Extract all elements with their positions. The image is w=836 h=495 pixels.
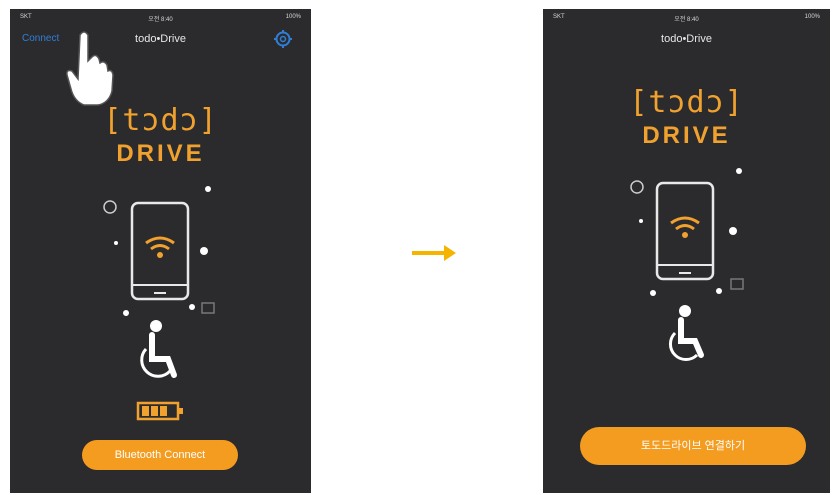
status-time: 오전 8:40 — [674, 17, 699, 23]
wheelchair-icon — [140, 320, 177, 378]
nav-bar: todo•Drive — [543, 25, 830, 55]
status-bar: SKT 오전 8:40 100% — [10, 9, 311, 25]
connect-todo-drive-button[interactable]: 토도드라이브 연결하기 — [580, 427, 806, 465]
logo: [tɔdɔ] DRIVE — [10, 103, 311, 168]
nav-bar: Connect todo•Drive — [10, 25, 311, 55]
drive-illustration — [103, 186, 215, 421]
battery-label: 100% — [285, 14, 301, 20]
battery-label: 100% — [804, 14, 820, 20]
logo-line1: [tɔdɔ] — [629, 85, 744, 120]
nav-title: todo•Drive — [135, 33, 186, 45]
right-screen: SKT 오전 8:40 100% todo•Drive [tɔdɔ] DRIVE — [543, 9, 830, 493]
left-screen: SKT 오전 8:40 100% Connect todo•Drive [tɔd… — [10, 9, 311, 493]
nav-title: todo•Drive — [661, 33, 712, 45]
gear-icon[interactable] — [273, 29, 293, 49]
status-bar: SKT 오전 8:40 100% — [543, 9, 830, 25]
drive-illustration — [630, 168, 744, 362]
wheelchair-icon — [668, 305, 704, 362]
phone-wifi-icon — [655, 181, 715, 281]
bluetooth-connect-button[interactable]: Bluetooth Connect — [82, 440, 238, 470]
logo: [tɔdɔ] DRIVE — [543, 85, 830, 150]
logo-line2: DRIVE — [642, 122, 731, 149]
status-time: 오전 8:40 — [148, 17, 173, 23]
logo-line2: DRIVE — [116, 140, 205, 167]
logo-line1: [tɔdɔ] — [103, 103, 218, 138]
battery-icon — [136, 401, 183, 421]
phone-wifi-icon — [130, 201, 190, 301]
arrow-right-icon — [412, 245, 456, 261]
hand-pointer-icon — [66, 31, 114, 106]
